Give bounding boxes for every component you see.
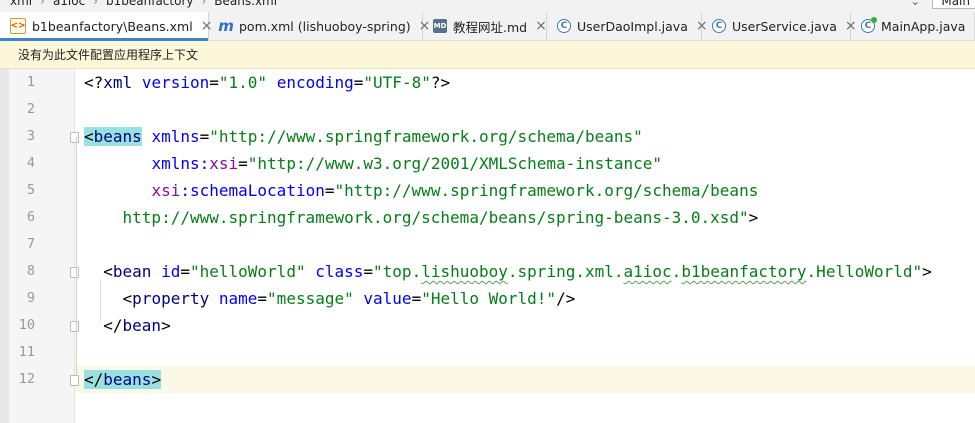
breadcrumb-item-b1beanfactory[interactable]: b1beanfactory [106, 0, 193, 8]
build-hammer-icon[interactable]: ⌄ [910, 0, 920, 8]
class-icon: C [712, 19, 726, 33]
line-number: 11 [18, 344, 35, 360]
chevron-right-icon: › [93, 0, 99, 8]
tab-label: 教程网址.md [453, 19, 528, 35]
code-line-5: xsi:schemaLocation="http://www.springfra… [151, 181, 759, 200]
class-icon: C [557, 19, 571, 33]
line-number: 10 [18, 317, 35, 333]
maven-icon: m [218, 17, 234, 35]
line-number: 12 [18, 371, 35, 387]
tab-label: b1beanfactory\Beans.xml [32, 18, 193, 34]
line-number: 5 [26, 182, 35, 198]
code-line-3: <beans xmlns="http://www.springframework… [84, 127, 643, 146]
line-number: 2 [26, 101, 35, 117]
tab-userservice[interactable]: C UserService.java × [702, 12, 857, 40]
fold-collapse-icon[interactable] [70, 132, 79, 143]
line-number-gutter[interactable]: 1 2 3 4 5 6 7 8 9 10 11 12 [0, 69, 75, 423]
line-number: 1 [26, 74, 35, 90]
markdown-icon: MD [433, 19, 447, 33]
caret-line-highlight [75, 366, 975, 393]
code-line-10: </bean> [103, 316, 171, 335]
gutter-edge [0, 69, 9, 423]
runnable-class-icon: C [861, 17, 877, 33]
breadcrumb-item-a1ioc[interactable]: a1ioc [53, 0, 85, 8]
code-line-4: xmlns:xsi="http://www.w3.org/2001/XMLSch… [151, 154, 663, 173]
tab-userdaoimpl[interactable]: C UserDaoImpl.java × [547, 12, 708, 40]
code-line-1: <?xml version="1.0" encoding="UTF-8"?> [84, 73, 451, 92]
tab-tutorial-md[interactable]: MD 教程网址.md × [423, 12, 547, 40]
chevron-right-icon: › [40, 0, 45, 8]
tab-label: MainApp.java [881, 18, 966, 34]
code-line-8: <bean id="helloWorld" class="top.lishuob… [103, 262, 932, 281]
line-number: 8 [26, 263, 35, 279]
fold-expand-icon[interactable] [70, 321, 79, 332]
code-editor[interactable]: 1 2 3 4 5 6 7 8 9 10 11 12 <?xml version… [0, 69, 975, 423]
tab-beans-xml[interactable]: <> b1beanfactory\Beans.xml × [0, 12, 212, 41]
breadcrumb: xml › a1ioc › b1beanfactory › Beans.xml … [0, 0, 975, 12]
code-line-12: </beans> [84, 370, 162, 389]
tab-pom-xml[interactable]: m pom.xml (lishuoboy-spring) × [209, 12, 430, 40]
line-number: 9 [26, 290, 35, 306]
code-line-6: http://www.springframework.org/schema/be… [122, 208, 759, 227]
tab-label: pom.xml (lishuoboy-spring) [239, 18, 411, 34]
line-number: 3 [26, 128, 35, 144]
line-number: 6 [26, 209, 35, 225]
editor-tab-bar: <> b1beanfactory\Beans.xml × m pom.xml (… [0, 12, 975, 41]
code-line-9: <property name="message" value="Hello Wo… [122, 289, 576, 308]
run-config-selector[interactable]: Main [932, 0, 975, 9]
tab-mainapp[interactable]: C MainApp.java × [851, 12, 975, 40]
fold-collapse-icon[interactable] [70, 267, 79, 278]
tab-label: UserService.java [732, 18, 837, 34]
indent-guide [76, 137, 77, 375]
breadcrumb-item-xml[interactable]: xml [10, 0, 32, 8]
banner-text: 没有为此文件配置应用程序上下文 [18, 48, 199, 62]
xml-file-icon: <> [10, 18, 26, 34]
chevron-right-icon: › [201, 0, 207, 8]
close-icon[interactable]: × [535, 19, 547, 33]
application-context-warning-banner: 没有为此文件配置应用程序上下文 [0, 41, 975, 69]
line-number: 4 [26, 155, 35, 171]
tab-label: UserDaoImpl.java [577, 18, 688, 34]
line-number: 7 [26, 236, 35, 252]
fold-expand-icon[interactable] [70, 375, 79, 386]
breadcrumb-item-file[interactable]: Beans.xml [214, 0, 277, 8]
